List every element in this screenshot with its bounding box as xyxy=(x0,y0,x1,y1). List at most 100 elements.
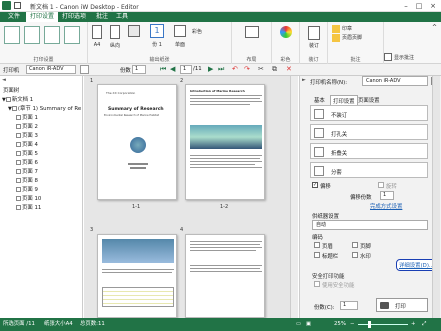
tab-annotation[interactable]: 批注 xyxy=(92,12,112,22)
tree-page[interactable]: 页面 9 xyxy=(16,186,38,195)
zoom-out-icon[interactable]: − xyxy=(350,318,355,331)
tree-checkbox[interactable] xyxy=(16,133,21,138)
secure-checkbox[interactable] xyxy=(314,281,320,287)
page-current-input[interactable]: 1 xyxy=(180,65,192,74)
title-bar-checkbox[interactable] xyxy=(314,252,320,258)
staple-option[interactable]: 分套 xyxy=(310,162,428,178)
paper-size-icon[interactable] xyxy=(92,25,102,39)
save-icon[interactable] xyxy=(14,2,21,9)
redo-icon[interactable]: ↷ xyxy=(244,65,250,73)
stamp-button[interactable]: 印章 xyxy=(342,25,352,32)
tree-checkbox[interactable] xyxy=(16,115,21,120)
binding-icon[interactable] xyxy=(308,26,320,40)
tree-checkbox[interactable] xyxy=(16,151,21,156)
layout-icon[interactable] xyxy=(245,26,259,38)
show-annotation-checkbox[interactable] xyxy=(384,53,392,61)
tree-checkbox[interactable] xyxy=(16,142,21,147)
tree-page[interactable]: 页面 6 xyxy=(16,159,38,168)
tree-group[interactable]: ▼ (章节 1) Summary of Re xyxy=(8,105,81,114)
first-page-icon[interactable]: ⏮ xyxy=(160,65,166,74)
color-label[interactable]: 彩色 xyxy=(192,28,222,35)
tree-checkbox[interactable] xyxy=(16,187,21,192)
view-mode-icon[interactable]: ▭ xyxy=(296,318,301,331)
tree-checkbox[interactable] xyxy=(16,205,21,210)
collapse-ribbon-icon[interactable]: ^ xyxy=(432,24,437,31)
tree-checkbox[interactable] xyxy=(16,196,21,201)
punch-option[interactable]: 打孔关 xyxy=(310,124,428,140)
tab-print-settings[interactable]: 打印设置 xyxy=(26,12,59,22)
copies-input[interactable]: 1 xyxy=(132,65,146,74)
copy-icon[interactable]: ⧉ xyxy=(272,65,277,74)
preview-scrollbar[interactable] xyxy=(290,76,298,318)
tab-page-settings[interactable]: 页面设置 xyxy=(358,96,380,104)
rotate-checkbox[interactable] xyxy=(378,182,384,188)
tab-file[interactable]: 文件 xyxy=(4,12,24,22)
tree-checkbox[interactable] xyxy=(11,106,17,111)
panel-pin-icon[interactable]: ► xyxy=(302,77,306,83)
page-thumbnail-1[interactable]: The XX Corporation Summary of Research E… xyxy=(97,84,177,200)
tab-basic[interactable]: 基本 xyxy=(314,96,325,104)
printer-select[interactable]: Canon iR-ADV xyxy=(26,65,76,74)
zoom-slider-handle[interactable] xyxy=(368,321,371,328)
watermark-checkbox[interactable] xyxy=(352,252,358,258)
fit-page-icon[interactable]: ⤢ xyxy=(422,318,426,331)
tree-page[interactable]: 页面 11 xyxy=(16,204,41,213)
tree-page[interactable]: 页面 7 xyxy=(16,168,38,177)
settings-scrollbar[interactable] xyxy=(432,76,440,318)
output-select[interactable]: 自动 xyxy=(312,220,428,230)
detail-settings-button[interactable]: 详细设置(D)... xyxy=(396,259,438,271)
tree-page[interactable]: 页面 3 xyxy=(16,132,38,141)
print-preset-3-icon[interactable] xyxy=(44,26,60,44)
header-footer-button[interactable]: 页眉页脚 xyxy=(342,34,362,41)
page-thumbnail-2[interactable]: Introduction of Marine Research xyxy=(185,84,265,200)
offset-checkbox[interactable]: ✓ xyxy=(312,182,318,188)
tab-tools[interactable]: 工具 xyxy=(112,12,132,22)
copies-input[interactable]: 1 xyxy=(340,301,358,310)
tree-page[interactable]: 页面 1 xyxy=(16,114,38,123)
next-page-icon[interactable]: ▶ xyxy=(208,65,213,73)
orientation-icon[interactable] xyxy=(110,25,120,39)
minimize-button[interactable]: – xyxy=(400,1,412,11)
maximize-button[interactable]: □ xyxy=(413,1,425,11)
zoom-slider[interactable] xyxy=(358,324,408,325)
duplex-icon[interactable] xyxy=(174,25,186,37)
tree-checkbox[interactable] xyxy=(16,169,21,174)
tree-page[interactable]: 页面 5 xyxy=(16,150,38,159)
offset-count-input[interactable]: 1 xyxy=(380,191,394,200)
tree-page[interactable]: 页面 10 xyxy=(16,195,41,204)
print-button[interactable]: 打印 xyxy=(376,298,428,312)
print-preset-2-icon[interactable] xyxy=(24,26,40,44)
print-preset-1-icon[interactable] xyxy=(4,26,20,44)
tree-page[interactable]: 页面 8 xyxy=(16,177,38,186)
page-thumbnail-4[interactable] xyxy=(185,234,265,318)
tree-checkbox[interactable] xyxy=(16,160,21,165)
tree-checkbox[interactable] xyxy=(16,178,21,183)
print-preset-4-icon[interactable] xyxy=(64,26,80,44)
printer-name-select[interactable]: Canon iR-ADV xyxy=(362,76,428,86)
close-button[interactable]: × xyxy=(427,1,439,11)
tree-page[interactable]: 页面 2 xyxy=(16,123,38,132)
tree-checkbox[interactable] xyxy=(5,97,11,102)
panel-pin-icon[interactable]: ◄ xyxy=(2,77,6,83)
undo-icon[interactable]: ↶ xyxy=(232,65,238,73)
printer-properties-icon[interactable] xyxy=(80,65,89,74)
page-thumbnail-3[interactable] xyxy=(97,234,177,318)
color-icon[interactable] xyxy=(280,26,292,38)
header-checkbox[interactable] xyxy=(314,242,320,248)
tab-print-options[interactable]: 打印选项 xyxy=(58,12,90,22)
tree-checkbox[interactable] xyxy=(16,124,21,129)
prev-page-icon[interactable]: ◀ xyxy=(170,65,175,73)
cut-icon[interactable]: ✂ xyxy=(258,65,264,73)
printer-icon[interactable] xyxy=(128,25,140,37)
fold-option[interactable]: 折叠关 xyxy=(310,143,428,159)
delete-icon[interactable]: ✕ xyxy=(286,65,292,73)
zoom-in-icon[interactable]: + xyxy=(411,318,416,331)
pages-per-sheet-button[interactable]: 1 xyxy=(150,24,164,38)
tree-page[interactable]: 页面 4 xyxy=(16,141,38,150)
last-page-icon[interactable]: ⏭ xyxy=(218,65,224,74)
footer-checkbox[interactable] xyxy=(352,242,358,248)
tree-root[interactable]: ▼ 新文档 1 xyxy=(2,96,33,105)
view-mode-icon[interactable]: ▣ xyxy=(306,318,311,331)
finishing-link[interactable]: 完成方式设置 xyxy=(370,202,402,210)
binding-option[interactable]: 不装订 xyxy=(310,105,428,121)
